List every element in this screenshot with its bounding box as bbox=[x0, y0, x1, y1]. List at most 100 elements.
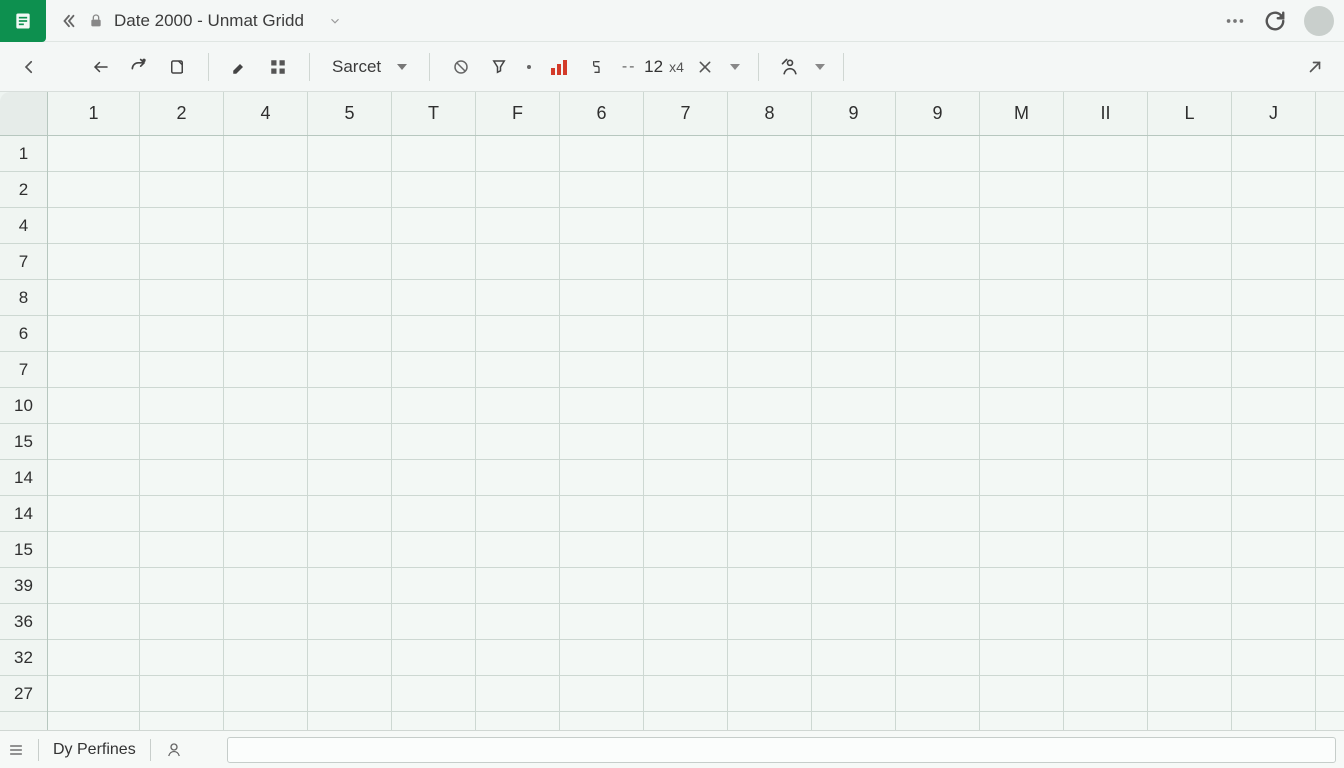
cell[interactable] bbox=[140, 172, 224, 207]
cell[interactable] bbox=[392, 532, 476, 567]
cell[interactable] bbox=[1232, 712, 1316, 730]
cell[interactable] bbox=[476, 424, 560, 459]
font-select[interactable]: Sarcet bbox=[324, 53, 415, 81]
cell[interactable] bbox=[728, 676, 812, 711]
row-header[interactable]: 4 bbox=[0, 208, 47, 244]
cell[interactable] bbox=[644, 244, 728, 279]
row-header[interactable]: 36 bbox=[0, 604, 47, 640]
cell[interactable] bbox=[476, 676, 560, 711]
cell[interactable] bbox=[308, 172, 392, 207]
cell[interactable] bbox=[812, 640, 896, 675]
cell[interactable] bbox=[728, 244, 812, 279]
cell[interactable] bbox=[48, 712, 140, 730]
cell[interactable] bbox=[1064, 712, 1148, 730]
cell[interactable] bbox=[644, 532, 728, 567]
cell[interactable] bbox=[224, 712, 308, 730]
cell[interactable] bbox=[644, 496, 728, 531]
cell[interactable] bbox=[308, 244, 392, 279]
cell[interactable] bbox=[728, 208, 812, 243]
cell[interactable] bbox=[476, 244, 560, 279]
cell[interactable] bbox=[476, 352, 560, 387]
cell[interactable] bbox=[224, 604, 308, 639]
clear-dropdown[interactable] bbox=[726, 50, 744, 84]
cell[interactable] bbox=[1148, 496, 1232, 531]
cell[interactable] bbox=[48, 604, 140, 639]
cell[interactable] bbox=[560, 496, 644, 531]
cell[interactable] bbox=[1148, 424, 1232, 459]
cell[interactable] bbox=[812, 352, 896, 387]
cell[interactable] bbox=[980, 568, 1064, 603]
cell[interactable] bbox=[896, 496, 980, 531]
cell[interactable] bbox=[644, 712, 728, 730]
cell[interactable] bbox=[1316, 208, 1344, 243]
column-header[interactable]: 8 bbox=[728, 92, 812, 135]
cell[interactable] bbox=[476, 460, 560, 495]
cell[interactable] bbox=[560, 712, 644, 730]
cell[interactable] bbox=[896, 352, 980, 387]
cell[interactable] bbox=[1316, 136, 1344, 171]
cell[interactable] bbox=[560, 316, 644, 351]
cell[interactable] bbox=[896, 604, 980, 639]
cell[interactable] bbox=[560, 460, 644, 495]
cell[interactable] bbox=[1148, 136, 1232, 171]
cell[interactable] bbox=[1232, 136, 1316, 171]
cell[interactable] bbox=[980, 424, 1064, 459]
cell[interactable] bbox=[1316, 460, 1344, 495]
spreadsheet-grid[interactable]: 1245TF67899MIILJR 1247867101514141539363… bbox=[0, 92, 1344, 730]
cell[interactable] bbox=[1232, 352, 1316, 387]
column-header[interactable]: L bbox=[1148, 92, 1232, 135]
cell[interactable] bbox=[896, 568, 980, 603]
cell[interactable] bbox=[812, 208, 896, 243]
cell[interactable] bbox=[140, 712, 224, 730]
cell[interactable] bbox=[1232, 676, 1316, 711]
cell[interactable] bbox=[140, 208, 224, 243]
cell[interactable] bbox=[812, 496, 896, 531]
chart-button[interactable] bbox=[542, 50, 576, 84]
cell[interactable] bbox=[48, 460, 140, 495]
cell[interactable] bbox=[644, 640, 728, 675]
cell[interactable] bbox=[896, 712, 980, 730]
cell[interactable] bbox=[1148, 352, 1232, 387]
cell[interactable] bbox=[1232, 568, 1316, 603]
row-header[interactable]: 2 bbox=[0, 172, 47, 208]
cell[interactable] bbox=[812, 244, 896, 279]
cell[interactable] bbox=[980, 208, 1064, 243]
row-header[interactable]: 39 bbox=[0, 568, 47, 604]
undo-button[interactable] bbox=[84, 50, 118, 84]
cell[interactable] bbox=[1232, 496, 1316, 531]
cell[interactable] bbox=[224, 496, 308, 531]
cell[interactable] bbox=[308, 352, 392, 387]
cell[interactable] bbox=[1148, 172, 1232, 207]
column-header[interactable]: J bbox=[1232, 92, 1316, 135]
cell[interactable] bbox=[140, 316, 224, 351]
title-dropdown-icon[interactable] bbox=[326, 14, 344, 28]
cell[interactable] bbox=[392, 280, 476, 315]
refresh-icon[interactable] bbox=[1264, 10, 1286, 32]
row-header[interactable]: 1 bbox=[0, 136, 47, 172]
column-header[interactable]: 9 bbox=[812, 92, 896, 135]
cell[interactable] bbox=[644, 316, 728, 351]
cell[interactable] bbox=[476, 568, 560, 603]
cell[interactable] bbox=[812, 532, 896, 567]
dot-icon[interactable] bbox=[520, 50, 538, 84]
cell[interactable] bbox=[896, 460, 980, 495]
cell[interactable] bbox=[812, 568, 896, 603]
cell[interactable] bbox=[140, 352, 224, 387]
cell[interactable] bbox=[140, 568, 224, 603]
cell[interactable] bbox=[392, 424, 476, 459]
cell[interactable] bbox=[48, 676, 140, 711]
cell[interactable] bbox=[308, 568, 392, 603]
cell[interactable] bbox=[728, 496, 812, 531]
cell[interactable] bbox=[1148, 244, 1232, 279]
column-header[interactable]: T bbox=[392, 92, 476, 135]
cell[interactable] bbox=[896, 136, 980, 171]
cell[interactable] bbox=[980, 460, 1064, 495]
cell[interactable] bbox=[1064, 532, 1148, 567]
cell[interactable] bbox=[476, 172, 560, 207]
cell[interactable] bbox=[308, 460, 392, 495]
cell[interactable] bbox=[308, 280, 392, 315]
redo-button[interactable] bbox=[122, 50, 156, 84]
cell[interactable] bbox=[140, 388, 224, 423]
cell[interactable] bbox=[1232, 316, 1316, 351]
cell[interactable] bbox=[1316, 280, 1344, 315]
